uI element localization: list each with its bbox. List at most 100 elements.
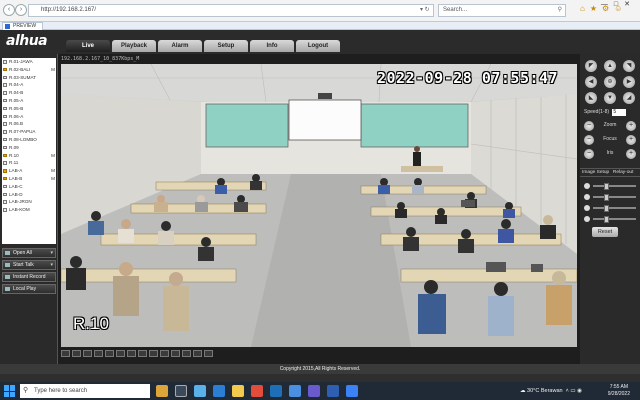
- brightness-icon: [584, 216, 590, 222]
- address-bar[interactable]: http://192.168.2.167/: [28, 4, 434, 17]
- folder-icon[interactable]: [232, 385, 244, 397]
- channel-item[interactable]: LAB-A M: [2, 167, 56, 175]
- channel-list[interactable]: R.01-JAWA R.02-BALI M R.03-SUMAT R.04-A R.04-…: [2, 58, 56, 244]
- layout-icon[interactable]: [204, 349, 213, 357]
- layout-icon[interactable]: [193, 349, 202, 357]
- channel-item[interactable]: R.11: [2, 159, 56, 167]
- slider-track[interactable]: [593, 185, 636, 187]
- channel-item[interactable]: R.07-PAPUA: [2, 128, 56, 136]
- window-controls[interactable]: —□✕: [601, 0, 636, 8]
- tab-live[interactable]: Live: [66, 40, 110, 52]
- channel-item[interactable]: R.02-BALI M: [2, 66, 56, 74]
- channel-item[interactable]: LAB-D: [2, 191, 56, 199]
- tab-info[interactable]: Info: [250, 40, 294, 52]
- speed-select[interactable]: 5: [612, 109, 627, 116]
- reset-button[interactable]: Reset: [592, 227, 618, 237]
- channel-item[interactable]: R.05-B: [2, 105, 56, 113]
- zoom-out-icon[interactable]: −: [584, 121, 594, 131]
- tab-logout[interactable]: Logout: [296, 40, 340, 52]
- edge-icon[interactable]: [213, 385, 225, 397]
- channel-item[interactable]: LAB-KOM: [2, 206, 56, 214]
- channel-item[interactable]: R.06.B: [2, 120, 56, 128]
- zoom-app-icon[interactable]: [346, 385, 358, 397]
- search-icon[interactable]: ⚲: [558, 5, 562, 16]
- main-stream-badge: M: [51, 152, 55, 158]
- layout-icon[interactable]: [182, 349, 191, 357]
- browser-search-input[interactable]: Search... ⚲: [438, 4, 566, 17]
- layout-icon[interactable]: [83, 349, 92, 357]
- start-talk-label: Start Talk: [13, 262, 34, 268]
- local-play-button[interactable]: Local Play: [2, 284, 56, 294]
- channel-item[interactable]: R.05-A: [2, 97, 56, 105]
- focus-plus-icon[interactable]: +: [626, 135, 636, 145]
- system-tray[interactable]: ☁ 30°C Berawan ˄ ▭ ◉: [520, 385, 582, 397]
- chrome-icon[interactable]: [251, 385, 263, 397]
- windows-start-icon[interactable]: [4, 385, 16, 397]
- ptz-up-icon[interactable]: ▲: [604, 60, 616, 72]
- layout-icon[interactable]: [61, 349, 70, 357]
- slider-thumb[interactable]: [604, 215, 610, 223]
- ptz-down-right-icon[interactable]: ◢: [623, 92, 635, 104]
- forward-icon[interactable]: ›: [15, 4, 27, 16]
- ptz-down-left-icon[interactable]: ◣: [585, 92, 597, 104]
- channel-item[interactable]: R.09: [2, 144, 56, 152]
- zoom-in-icon[interactable]: +: [626, 121, 636, 131]
- tab-playback[interactable]: Playback: [112, 40, 156, 52]
- slider-thumb[interactable]: [604, 204, 610, 212]
- ptz-left-icon[interactable]: ◀: [585, 76, 597, 88]
- live-video[interactable]: 2022-09-28 07:55:47 R.10: [61, 64, 577, 347]
- copyright: Copyright 2015,All Rights Reserved.: [0, 364, 640, 374]
- channel-item[interactable]: R.06-A: [2, 113, 56, 121]
- channel-item[interactable]: R.10 M: [2, 152, 56, 160]
- layout-icon[interactable]: [171, 349, 180, 357]
- browser-tab[interactable]: PREVIEW: [2, 22, 44, 30]
- layout-icon[interactable]: [94, 349, 103, 357]
- layout-icon[interactable]: [149, 349, 158, 357]
- layout-icon[interactable]: [138, 349, 147, 357]
- mail-icon[interactable]: [289, 385, 301, 397]
- tab-setup[interactable]: Setup: [204, 40, 248, 52]
- channel-item[interactable]: LAB-B M: [2, 175, 56, 183]
- iris-plus-icon[interactable]: +: [626, 149, 636, 159]
- tab-image-setup[interactable]: Image Setup: [580, 169, 609, 177]
- channel-item[interactable]: R.08-LOMBO: [2, 136, 56, 144]
- slider-thumb[interactable]: [604, 182, 610, 190]
- ptz-right-icon[interactable]: ▶: [623, 76, 635, 88]
- slider-track[interactable]: [593, 218, 636, 220]
- ptz-up-right-icon[interactable]: ◥: [623, 60, 635, 72]
- task-view-icon[interactable]: [175, 385, 187, 397]
- clock[interactable]: 7:55 AM 9/28/2022: [608, 384, 630, 398]
- layout-icon[interactable]: [127, 349, 136, 357]
- back-icon[interactable]: ‹: [3, 4, 15, 16]
- channel-item[interactable]: R.04-A: [2, 81, 56, 89]
- focus-minus-icon[interactable]: −: [584, 135, 594, 145]
- word-icon[interactable]: [327, 385, 339, 397]
- iris-minus-icon[interactable]: −: [584, 149, 594, 159]
- channel-item[interactable]: R.03-SUMAT: [2, 74, 56, 82]
- internet-explorer-icon[interactable]: [270, 385, 282, 397]
- tab-alarm[interactable]: Alarm: [158, 40, 202, 52]
- tab-relay-out[interactable]: Relay-out: [611, 169, 634, 177]
- slider-track[interactable]: [593, 207, 636, 209]
- layout-icon[interactable]: [105, 349, 114, 357]
- start-talk-button[interactable]: Start Talk ▾: [2, 260, 56, 270]
- slider-thumb[interactable]: [604, 193, 610, 201]
- slider-track[interactable]: [593, 196, 636, 198]
- channel-item[interactable]: R.01-JAWA: [2, 58, 56, 66]
- open-all-button[interactable]: Open All ▾: [2, 248, 56, 258]
- channel-item[interactable]: LAB-C: [2, 183, 56, 191]
- ptz-auto-icon[interactable]: ⊕: [604, 76, 616, 88]
- layout-icon[interactable]: [72, 349, 81, 357]
- ptz-down-icon[interactable]: ▼: [604, 92, 616, 104]
- teams-icon[interactable]: [308, 385, 320, 397]
- widget-icon[interactable]: [156, 385, 168, 397]
- file-explorer-icon[interactable]: [194, 385, 206, 397]
- channel-item[interactable]: R.04-B: [2, 89, 56, 97]
- refresh-icon[interactable]: ▾ ↻: [420, 4, 430, 17]
- taskbar-search-input[interactable]: ⚲ Type here to search: [20, 384, 150, 398]
- layout-icon[interactable]: [160, 349, 169, 357]
- layout-icon[interactable]: [116, 349, 125, 357]
- instant-record-button[interactable]: Instant Record: [2, 272, 56, 282]
- ptz-up-left-icon[interactable]: ◤: [585, 60, 597, 72]
- channel-item[interactable]: LAB-JRGN: [2, 198, 56, 206]
